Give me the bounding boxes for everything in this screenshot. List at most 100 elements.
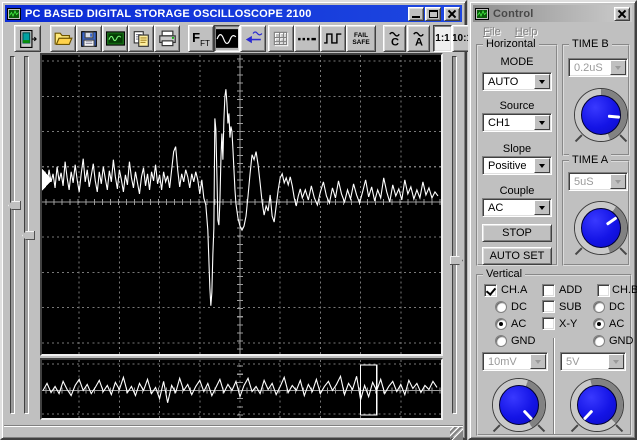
print-button[interactable]	[154, 25, 180, 52]
xy-checkbox[interactable]	[542, 317, 555, 330]
ch-b-range-select[interactable]: 5V	[560, 352, 626, 371]
dotted-line-button[interactable]	[294, 25, 320, 52]
time-b-value: 0.2uS	[574, 62, 603, 74]
ac-label: AC	[609, 318, 625, 330]
tilde-c-icon: C	[389, 31, 400, 48]
square-wave-button[interactable]	[320, 25, 346, 52]
waveform-display-button[interactable]	[214, 25, 240, 52]
ch-b-dc-radio[interactable]	[593, 301, 605, 313]
stop-button[interactable]: STOP	[482, 224, 552, 242]
save-floppy-icon	[81, 30, 97, 47]
svg-text:A: A	[415, 36, 423, 48]
ch-a-ac-radio[interactable]	[495, 318, 507, 330]
chevron-down-icon[interactable]	[534, 200, 550, 215]
chevron-down-icon[interactable]	[534, 74, 550, 89]
time-b-knob[interactable]	[574, 88, 628, 142]
trigger-level-slider[interactable]	[450, 256, 463, 265]
chevron-down-icon[interactable]	[534, 115, 550, 130]
mode-select[interactable]: AUTO	[482, 72, 552, 91]
ch-a-checkbox[interactable]	[484, 284, 497, 297]
slider-track-a[interactable]	[7, 54, 18, 416]
time-b-select[interactable]: 0.2uS	[568, 58, 628, 77]
gnd-label: GND	[511, 335, 536, 347]
slider-track-trigger[interactable]	[449, 54, 460, 416]
close-button[interactable]	[444, 6, 460, 21]
control-close-button[interactable]	[614, 6, 630, 21]
chevron-down-icon[interactable]	[610, 174, 626, 189]
ch-a-range-select[interactable]: 10mV	[482, 352, 548, 371]
copy-pages-icon	[133, 30, 149, 47]
ch-a-dc-radio[interactable]	[495, 301, 507, 313]
couple-select[interactable]: AC	[482, 198, 552, 217]
ch-a-range-value: 10mV	[488, 356, 517, 368]
close-icon	[617, 10, 627, 18]
ch-b-label: CH.B	[612, 284, 637, 296]
slope-label: Slope	[502, 143, 532, 155]
square-wave-icon	[324, 33, 342, 44]
ch-a-gnd-radio[interactable]	[495, 335, 507, 347]
ch-b-gain-knob[interactable]	[570, 378, 624, 432]
fail-safe-button[interactable]: FAIL SAFE	[346, 25, 376, 52]
cal-c-button[interactable]: C	[383, 25, 406, 52]
vertical-group: Vertical CH.A ADD CH.B DC SUB DC AC X-Y …	[476, 268, 637, 436]
menu-help[interactable]: Help	[511, 25, 542, 39]
grid-button[interactable]	[268, 25, 294, 52]
chevron-down-icon[interactable]	[530, 354, 546, 369]
exit-door-icon	[19, 29, 37, 48]
ac-label: AC	[511, 318, 527, 330]
source-select[interactable]: CH1	[482, 113, 552, 132]
scope-screen-icon	[105, 31, 125, 46]
ch-a-label: CH.A	[501, 284, 528, 296]
toolbar: FFT FAIL SAFE C A 1:1 10:1	[5, 23, 472, 53]
couple-label: Couple	[499, 185, 535, 197]
time-a-group: TIME A 5uS	[562, 154, 630, 266]
chevron-down-icon[interactable]	[610, 60, 626, 75]
ratio-1-1-button[interactable]: 1:1	[433, 25, 452, 52]
chevron-down-icon[interactable]	[608, 354, 624, 369]
mode-label: MODE	[500, 56, 534, 68]
fft-button[interactable]: FFT	[188, 25, 214, 52]
gnd-label: GND	[609, 335, 634, 347]
zoom-scope-display[interactable]	[40, 358, 443, 420]
cal-a-button[interactable]: A	[407, 25, 430, 52]
status-bar	[4, 425, 463, 440]
time-a-select[interactable]: 5uS	[568, 172, 628, 191]
main-window: PC BASED DIGITAL STORAGE OSCILLOSCOPE 21…	[0, 0, 472, 440]
control-titlebar[interactable]: Control	[473, 5, 632, 22]
group-title: TIME A	[569, 154, 612, 166]
auto-set-button[interactable]: AUTO SET	[482, 247, 552, 265]
exit-button[interactable]	[14, 25, 41, 52]
open-button[interactable]	[50, 25, 76, 52]
ch-a-gain-knob[interactable]	[492, 378, 546, 432]
sub-checkbox[interactable]	[542, 300, 555, 313]
ch-b-range-value: 5V	[566, 356, 580, 368]
slope-select[interactable]: Positive	[482, 156, 552, 175]
resize-grip[interactable]	[450, 427, 463, 440]
close-icon	[447, 10, 457, 18]
couple-value: AC	[488, 202, 504, 214]
fft-icon: FFT	[192, 29, 210, 49]
add-checkbox[interactable]	[542, 284, 555, 297]
stop-label: STOP	[502, 227, 532, 239]
control-title: Control	[493, 7, 534, 20]
slope-value: Positive	[488, 160, 527, 172]
ch-b-ac-radio[interactable]	[593, 318, 605, 330]
menu-file[interactable]: File	[479, 25, 505, 39]
save-button[interactable]	[76, 25, 102, 52]
ch-b-gnd-radio[interactable]	[593, 335, 605, 347]
maximize-button[interactable]	[425, 6, 441, 21]
copy-button[interactable]	[128, 25, 154, 52]
minimize-button[interactable]	[408, 6, 424, 21]
main-titlebar[interactable]: PC BASED DIGITAL STORAGE OSCILLOSCOPE 21…	[5, 5, 462, 22]
group-title: Vertical	[483, 268, 526, 280]
ch-b-checkbox[interactable]	[597, 284, 610, 297]
divider	[553, 338, 555, 434]
chevron-down-icon[interactable]	[534, 158, 550, 173]
capture-button[interactable]	[102, 25, 128, 52]
minimize-icon	[412, 16, 420, 18]
time-a-knob[interactable]	[574, 201, 628, 255]
dc-label: DC	[511, 301, 527, 313]
control-window: Control File Help Horizontal MODE AUTO So…	[468, 0, 637, 440]
return-sweep-button[interactable]	[240, 25, 266, 52]
group-title: TIME B	[569, 38, 612, 50]
